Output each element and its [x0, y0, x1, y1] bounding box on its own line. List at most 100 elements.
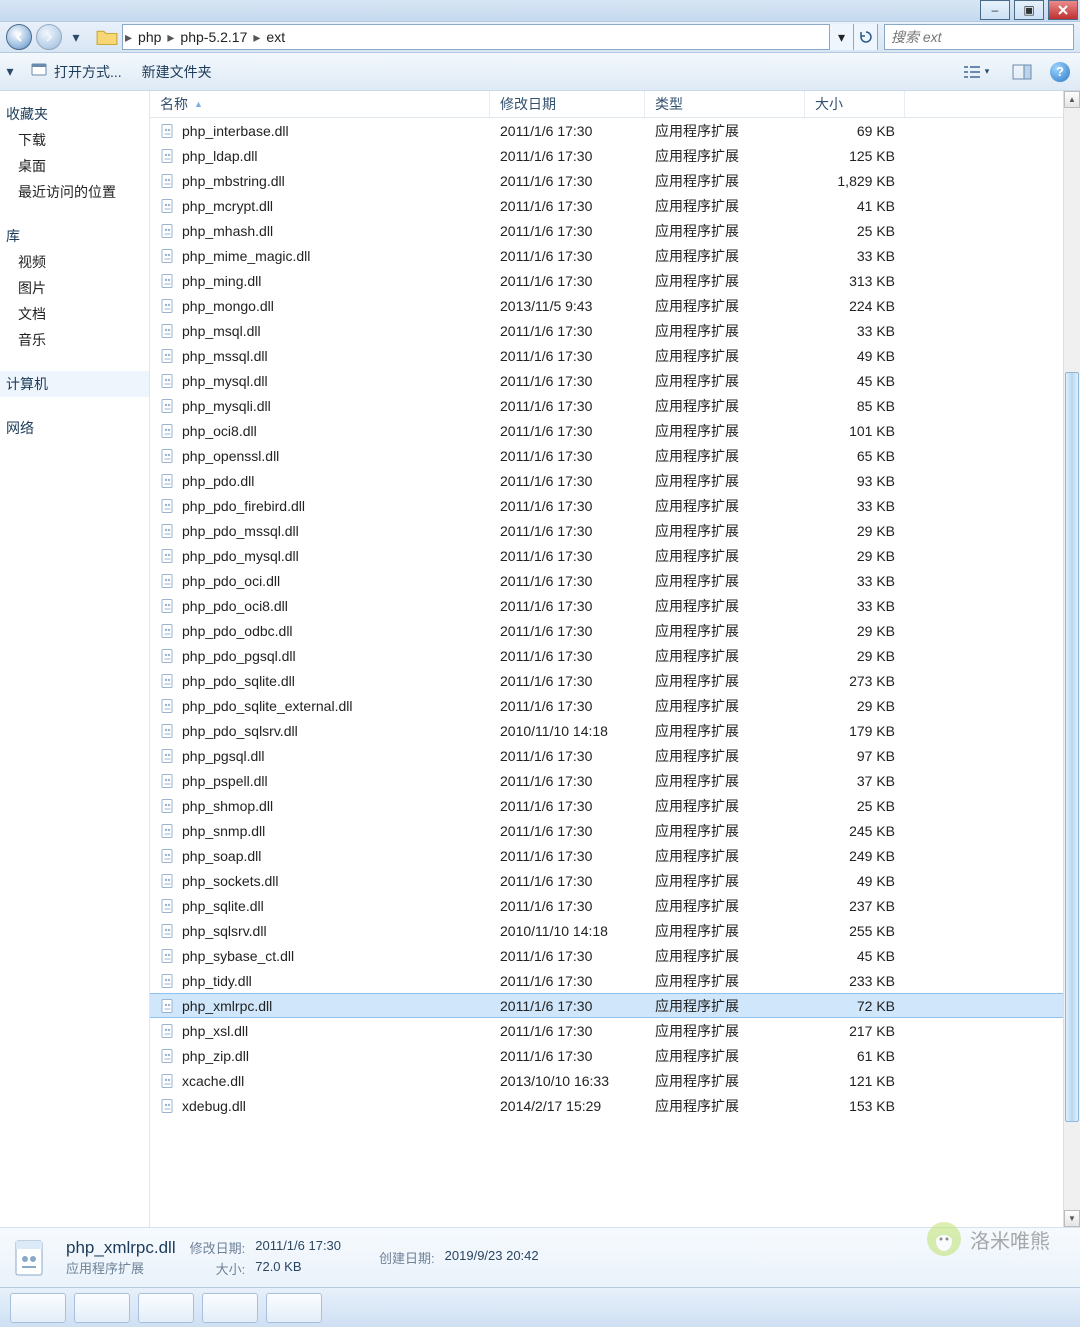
sidebar-computer[interactable]: 计算机 — [0, 371, 149, 397]
file-row[interactable]: php_mongo.dll2013/11/5 9:43应用程序扩展224 KB — [150, 293, 1063, 318]
breadcrumb-segment[interactable]: ext — [262, 29, 289, 45]
scroll-down-button[interactable]: ▼ — [1064, 1210, 1080, 1227]
help-button[interactable]: ? — [1050, 62, 1070, 82]
taskbar-item[interactable] — [266, 1293, 322, 1323]
breadcrumb[interactable]: ▸ php ▸ php-5.2.17 ▸ ext ▾ — [122, 24, 878, 50]
close-button[interactable] — [1048, 0, 1078, 20]
file-row[interactable]: php_zip.dll2011/1/6 17:30应用程序扩展61 KB — [150, 1043, 1063, 1068]
file-size: 29 KB — [805, 698, 905, 714]
file-row[interactable]: php_xsl.dll2011/1/6 17:30应用程序扩展217 KB — [150, 1018, 1063, 1043]
file-row[interactable]: php_pdo_sqlite.dll2011/1/6 17:30应用程序扩展27… — [150, 668, 1063, 693]
file-row[interactable]: php_xmlrpc.dll2011/1/6 17:30应用程序扩展72 KB — [150, 993, 1063, 1018]
file-row[interactable]: php_mssql.dll2011/1/6 17:30应用程序扩展49 KB — [150, 343, 1063, 368]
back-button[interactable] — [6, 24, 32, 50]
file-date: 2011/1/6 17:30 — [490, 548, 645, 564]
file-row[interactable]: php_ming.dll2011/1/6 17:30应用程序扩展313 KB — [150, 268, 1063, 293]
file-row[interactable]: php_sqlsrv.dll2010/11/10 14:18应用程序扩展255 … — [150, 918, 1063, 943]
sidebar-item-downloads[interactable]: 下载 — [0, 127, 149, 153]
refresh-button[interactable] — [853, 24, 877, 50]
breadcrumb-segment[interactable]: php — [134, 29, 165, 45]
file-row[interactable]: php_pdo_pgsql.dll2011/1/6 17:30应用程序扩展29 … — [150, 643, 1063, 668]
scroll-up-button[interactable]: ▲ — [1064, 91, 1080, 108]
file-row[interactable]: php_mysql.dll2011/1/6 17:30应用程序扩展45 KB — [150, 368, 1063, 393]
breadcrumb-dropdown[interactable]: ▾ — [829, 24, 853, 50]
file-row[interactable]: php_msql.dll2011/1/6 17:30应用程序扩展33 KB — [150, 318, 1063, 343]
file-row[interactable]: php_pspell.dll2011/1/6 17:30应用程序扩展37 KB — [150, 768, 1063, 793]
vertical-scrollbar[interactable]: ▲ ▼ — [1063, 91, 1080, 1227]
file-row[interactable]: php_pgsql.dll2011/1/6 17:30应用程序扩展97 KB — [150, 743, 1063, 768]
minimize-button[interactable]: – — [980, 0, 1010, 20]
file-row[interactable]: php_interbase.dll2011/1/6 17:30应用程序扩展69 … — [150, 118, 1063, 143]
file-row[interactable]: php_ldap.dll2011/1/6 17:30应用程序扩展125 KB — [150, 143, 1063, 168]
file-row[interactable]: php_pdo_oci8.dll2011/1/6 17:30应用程序扩展33 K… — [150, 593, 1063, 618]
taskbar-item[interactable] — [202, 1293, 258, 1323]
forward-button[interactable] — [36, 24, 62, 50]
file-name: php_pdo_sqlite.dll — [182, 673, 295, 689]
sidebar-item-documents[interactable]: 文档 — [0, 301, 149, 327]
file-row[interactable]: php_sybase_ct.dll2011/1/6 17:30应用程序扩展45 … — [150, 943, 1063, 968]
search-box[interactable] — [884, 24, 1074, 50]
file-row[interactable]: php_pdo_odbc.dll2011/1/6 17:30应用程序扩展29 K… — [150, 618, 1063, 643]
taskbar-item[interactable] — [10, 1293, 66, 1323]
file-row[interactable]: php_tidy.dll2011/1/6 17:30应用程序扩展233 KB — [150, 968, 1063, 993]
file-row[interactable]: php_oci8.dll2011/1/6 17:30应用程序扩展101 KB — [150, 418, 1063, 443]
file-row[interactable]: php_pdo_mysql.dll2011/1/6 17:30应用程序扩展29 … — [150, 543, 1063, 568]
file-size: 179 KB — [805, 723, 905, 739]
file-size: 37 KB — [805, 773, 905, 789]
file-name: php_msql.dll — [182, 323, 261, 339]
sidebar-item-pictures[interactable]: 图片 — [0, 275, 149, 301]
file-row[interactable]: php_openssl.dll2011/1/6 17:30应用程序扩展65 KB — [150, 443, 1063, 468]
scroll-track[interactable] — [1064, 108, 1080, 1210]
folder-icon — [96, 27, 118, 47]
file-row[interactable]: php_pdo_sqlite_external.dll2011/1/6 17:3… — [150, 693, 1063, 718]
file-name: php_mysqli.dll — [182, 398, 271, 414]
file-row[interactable]: xdebug.dll2014/2/17 15:29应用程序扩展153 KB — [150, 1093, 1063, 1118]
file-date: 2011/1/6 17:30 — [490, 648, 645, 664]
new-folder-button[interactable]: 新建文件夹 — [132, 58, 222, 86]
file-row[interactable]: xcache.dll2013/10/10 16:33应用程序扩展121 KB — [150, 1068, 1063, 1093]
sidebar-item-music[interactable]: 音乐 — [0, 327, 149, 353]
file-type: 应用程序扩展 — [645, 621, 805, 641]
taskbar-item[interactable] — [138, 1293, 194, 1323]
maximize-button[interactable]: ▣ — [1014, 0, 1044, 20]
column-header-size[interactable]: 大小 — [805, 91, 905, 117]
file-row[interactable]: php_shmop.dll2011/1/6 17:30应用程序扩展25 KB — [150, 793, 1063, 818]
nav-history-dropdown[interactable]: ▾ — [66, 29, 86, 46]
file-row[interactable]: php_mysqli.dll2011/1/6 17:30应用程序扩展85 KB — [150, 393, 1063, 418]
taskbar-item[interactable] — [74, 1293, 130, 1323]
file-row[interactable]: php_mcrypt.dll2011/1/6 17:30应用程序扩展41 KB — [150, 193, 1063, 218]
file-type: 应用程序扩展 — [645, 746, 805, 766]
file-name: php_tidy.dll — [182, 973, 252, 989]
sidebar-item-videos[interactable]: 视频 — [0, 249, 149, 275]
file-row[interactable]: php_pdo.dll2011/1/6 17:30应用程序扩展93 KB — [150, 468, 1063, 493]
sidebar-libraries[interactable]: 库 — [0, 223, 149, 249]
preview-pane-button[interactable] — [1004, 59, 1040, 85]
file-row[interactable]: php_snmp.dll2011/1/6 17:30应用程序扩展245 KB — [150, 818, 1063, 843]
file-row[interactable]: php_soap.dll2011/1/6 17:30应用程序扩展249 KB — [150, 843, 1063, 868]
file-type: 应用程序扩展 — [645, 596, 805, 616]
sidebar-item-desktop[interactable]: 桌面 — [0, 153, 149, 179]
open-with-button[interactable]: 打开方式... — [20, 57, 132, 86]
file-row[interactable]: php_pdo_sqlsrv.dll2010/11/10 14:18应用程序扩展… — [150, 718, 1063, 743]
column-header-date[interactable]: 修改日期 — [490, 91, 645, 117]
view-options-button[interactable]: ▾ — [958, 59, 994, 85]
sidebar-item-recent[interactable]: 最近访问的位置 — [0, 179, 149, 205]
file-row[interactable]: php_pdo_firebird.dll2011/1/6 17:30应用程序扩展… — [150, 493, 1063, 518]
file-row[interactable]: php_pdo_mssql.dll2011/1/6 17:30应用程序扩展29 … — [150, 518, 1063, 543]
file-name: php_mcrypt.dll — [182, 198, 273, 214]
column-header-type[interactable]: 类型 — [645, 91, 805, 117]
sidebar-network[interactable]: 网络 — [0, 415, 149, 441]
search-input[interactable] — [885, 29, 1079, 45]
breadcrumb-segment[interactable]: php-5.2.17 — [176, 29, 251, 45]
sidebar-favorites[interactable]: 收藏夹 — [0, 101, 149, 127]
file-row[interactable]: php_mime_magic.dll2011/1/6 17:30应用程序扩展33… — [150, 243, 1063, 268]
file-row[interactable]: php_pdo_oci.dll2011/1/6 17:30应用程序扩展33 KB — [150, 568, 1063, 593]
file-row[interactable]: php_mbstring.dll2011/1/6 17:30应用程序扩展1,82… — [150, 168, 1063, 193]
organize-dropdown[interactable]: ▾ — [0, 63, 20, 80]
file-row[interactable]: php_mhash.dll2011/1/6 17:30应用程序扩展25 KB — [150, 218, 1063, 243]
column-header-name[interactable]: 名称 — [150, 91, 490, 117]
file-row[interactable]: php_sockets.dll2011/1/6 17:30应用程序扩展49 KB — [150, 868, 1063, 893]
scroll-thumb[interactable] — [1065, 372, 1079, 1121]
dll-file-icon — [160, 498, 176, 514]
file-row[interactable]: php_sqlite.dll2011/1/6 17:30应用程序扩展237 KB — [150, 893, 1063, 918]
